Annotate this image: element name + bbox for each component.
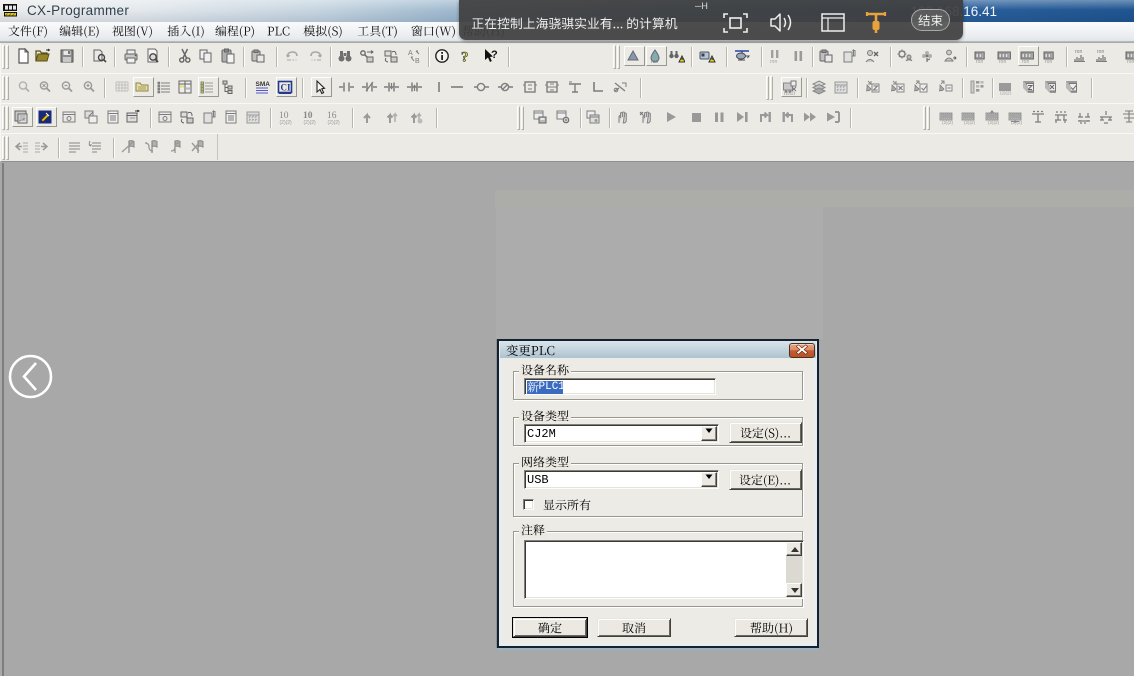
svg-text:ron: ron — [976, 59, 983, 64]
svg-text:?: ? — [491, 49, 498, 61]
svg-text:(2)(2): (2)(2) — [1000, 91, 1012, 96]
svg-text:(2)(2): (2)(2) — [942, 120, 954, 125]
svg-text:ron: ron — [1022, 59, 1029, 64]
svg-text:ron: ron — [1097, 49, 1104, 55]
svg-text:(2)(2): (2)(2) — [784, 91, 796, 96]
svg-text:?: ? — [461, 50, 469, 65]
svg-text:B: B — [415, 58, 420, 64]
svg-text:A: A — [408, 50, 413, 57]
svg-text:(2)(2): (2)(2) — [304, 120, 317, 125]
svg-text:(2)(2): (2)(2) — [964, 120, 976, 125]
svg-text:ron: ron — [651, 59, 658, 64]
svg-text:ron: ron — [770, 59, 777, 64]
svg-text:(2)(2): (2)(2) — [988, 120, 1000, 125]
svg-text:ron: ron — [1045, 59, 1052, 64]
svg-text:(2)(2): (2)(2) — [328, 120, 341, 125]
svg-text:SMA: SMA — [256, 81, 271, 88]
svg-text:ron: ron — [999, 59, 1006, 64]
svg-text:(2)(2): (2)(2) — [280, 120, 293, 125]
svg-text:ron: ron — [1127, 59, 1134, 64]
svg-text:(2)(2): (2)(2) — [1011, 120, 1023, 125]
svg-text:ron: ron — [1075, 49, 1082, 55]
svg-text:CI: CI — [281, 83, 291, 93]
